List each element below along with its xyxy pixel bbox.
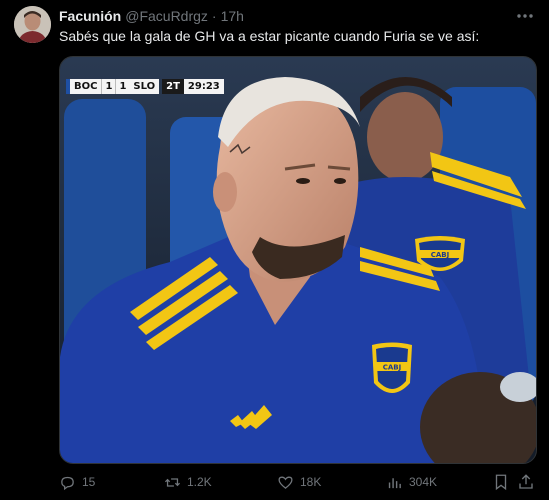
reply-count: 15	[82, 475, 96, 489]
avatar-image	[14, 6, 51, 43]
scoreboard-away-team: SLO	[129, 79, 160, 94]
svg-text:CABJ: CABJ	[383, 364, 402, 372]
author-avatar[interactable]	[14, 6, 51, 43]
like-button[interactable]: 18K	[277, 472, 321, 492]
player-photo: CABJ CABJ	[60, 57, 536, 463]
bookmark-icon[interactable]	[492, 473, 510, 491]
author-name[interactable]: Facunión	[59, 8, 121, 24]
tweet-text: Sabés que la gala de GH va a estar pican…	[59, 28, 480, 44]
repost-icon	[164, 477, 181, 487]
scoreboard-overlay: BOC 1 1 SLO 2T 29:23	[66, 79, 224, 94]
views-icon	[388, 477, 401, 488]
tweet-post[interactable]: Facunión @FacuRdrgz · 17h Sabés que la g…	[0, 0, 549, 500]
views-count: 304K	[409, 475, 438, 489]
svg-text:CABJ: CABJ	[431, 251, 450, 259]
tweet-header: Facunión @FacuRdrgz · 17h	[59, 7, 509, 25]
like-icon	[278, 476, 293, 489]
post-time[interactable]: 17h	[221, 8, 244, 24]
scoreboard-half: 2T	[162, 79, 184, 94]
scoreboard-clock: 29:23	[183, 79, 224, 94]
more-icon[interactable]	[515, 8, 535, 24]
scoreboard-home-team: BOC	[70, 79, 102, 94]
reply-button[interactable]: 15	[59, 472, 95, 492]
views-button[interactable]: 304K	[386, 472, 437, 492]
repost-count: 1.2K	[187, 475, 212, 489]
scoreboard-home-score: 1	[101, 79, 116, 94]
scoreboard-away-score: 1	[115, 79, 130, 94]
header-separator: ·	[211, 8, 217, 24]
author-handle[interactable]: @FacuRdrgz	[125, 8, 208, 24]
like-count: 18K	[300, 475, 322, 489]
tweet-actions: 15 1.2K 18K 304K	[59, 472, 535, 492]
repost-button[interactable]: 1.2K	[164, 472, 212, 492]
tweet-media[interactable]: CABJ CABJ BOC 1 1 SLO 2T 29:23	[59, 56, 537, 464]
share-icon[interactable]	[517, 473, 535, 491]
reply-icon	[61, 476, 74, 490]
